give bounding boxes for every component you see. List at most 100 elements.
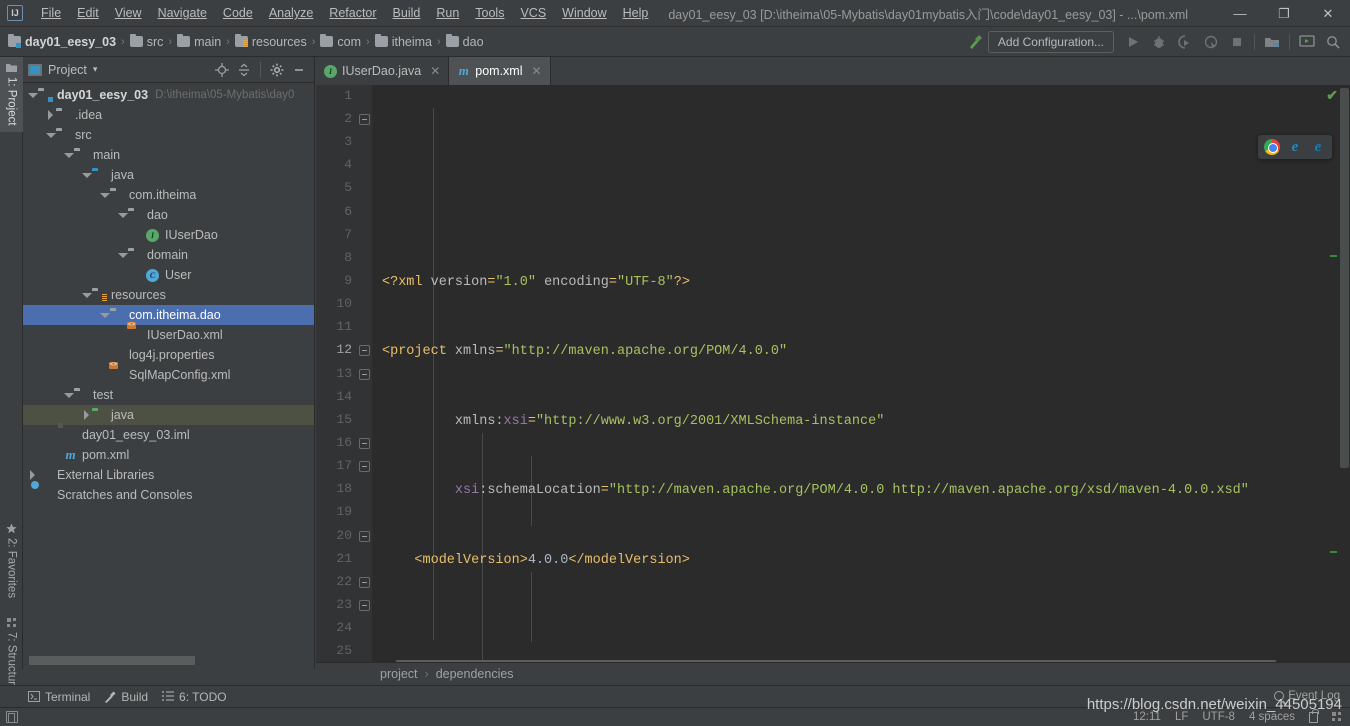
tree-row-iuserdao[interactable]: I IUserDao bbox=[23, 225, 314, 245]
breadcrumb-com[interactable]: com bbox=[320, 34, 361, 49]
chevron-down-icon[interactable] bbox=[117, 210, 128, 221]
tree-row-com-itheima[interactable]: com.itheima bbox=[23, 185, 314, 205]
close-icon[interactable]: ✕ bbox=[430, 64, 440, 78]
layout-selector-icon[interactable] bbox=[1332, 712, 1342, 722]
menu-refactor[interactable]: Refactor bbox=[321, 3, 384, 23]
indent-setting[interactable]: 4 spaces bbox=[1249, 711, 1295, 723]
breadcrumb-main[interactable]: main bbox=[177, 34, 221, 49]
chevron-down-icon[interactable] bbox=[27, 90, 38, 101]
tree-row-external-libraries[interactable]: External Libraries bbox=[23, 465, 314, 485]
chevron-down-icon[interactable] bbox=[99, 310, 110, 321]
file-encoding[interactable]: UTF-8 bbox=[1202, 711, 1235, 723]
breadcrumb-project-element[interactable]: project bbox=[380, 667, 418, 681]
project-tree[interactable]: day01_eesy_03 D:\itheima\05-Mybatis\day0… bbox=[23, 83, 314, 645]
menu-analyze[interactable]: Analyze bbox=[261, 3, 321, 23]
run-icon[interactable] bbox=[1120, 30, 1146, 54]
close-icon[interactable]: ✕ bbox=[532, 64, 542, 78]
menu-navigate[interactable]: Navigate bbox=[150, 3, 215, 23]
bottom-tab-build[interactable]: Build bbox=[104, 690, 148, 704]
memory-indicator-icon[interactable] bbox=[6, 711, 18, 723]
chevron-down-icon[interactable]: ▾ bbox=[93, 64, 98, 75]
open-in-browser-popup[interactable]: e e bbox=[1258, 135, 1332, 159]
caret-position[interactable]: 12:11 bbox=[1133, 711, 1161, 723]
bottom-tab-todo[interactable]: 6: TODO bbox=[162, 690, 227, 704]
editor-gutter[interactable]: 1 2 3 4 5 6 7 8 9 10 11 12 13 14 15 16 1… bbox=[316, 85, 372, 669]
event-log-button[interactable]: Event Log bbox=[1274, 690, 1340, 702]
chevron-down-icon[interactable] bbox=[81, 290, 92, 301]
tree-row-resources[interactable]: resources bbox=[23, 285, 314, 305]
menu-vcs[interactable]: VCS bbox=[512, 3, 554, 23]
maximize-button[interactable]: ❐ bbox=[1262, 0, 1306, 27]
lock-icon[interactable] bbox=[1309, 708, 1319, 723]
fold-marker[interactable] bbox=[359, 577, 370, 588]
chevron-down-icon[interactable] bbox=[81, 170, 92, 181]
menu-view[interactable]: View bbox=[107, 3, 150, 23]
line-separator[interactable]: LF bbox=[1175, 711, 1188, 723]
tree-row-user[interactable]: C User bbox=[23, 265, 314, 285]
code-content[interactable]: <?xml version="1.0" encoding="UTF-8"?> <… bbox=[372, 85, 1350, 669]
debug-icon[interactable] bbox=[1146, 30, 1172, 54]
menu-window[interactable]: Window bbox=[554, 3, 614, 23]
menu-edit[interactable]: Edit bbox=[69, 3, 107, 23]
tree-row-main[interactable]: main bbox=[23, 145, 314, 165]
scrollbar-thumb[interactable] bbox=[29, 656, 195, 665]
settings-gear-icon[interactable] bbox=[267, 60, 287, 80]
tree-row-scratches-consoles[interactable]: Scratches and Consoles bbox=[23, 485, 314, 505]
breadcrumb-itheima[interactable]: itheima bbox=[374, 34, 432, 49]
breadcrumb-dependencies-element[interactable]: dependencies bbox=[436, 667, 514, 681]
breadcrumb-resources[interactable]: resources bbox=[234, 34, 307, 49]
scrollbar-thumb[interactable] bbox=[1340, 88, 1349, 468]
close-button[interactable]: ✕ bbox=[1306, 0, 1350, 27]
fold-marker[interactable] bbox=[359, 114, 370, 125]
menu-build[interactable]: Build bbox=[385, 3, 429, 23]
chevron-down-icon[interactable] bbox=[99, 190, 110, 201]
tree-row-java-test[interactable]: java bbox=[23, 405, 314, 425]
chevron-down-icon[interactable] bbox=[45, 130, 56, 141]
breadcrumb-dao[interactable]: dao bbox=[445, 34, 484, 49]
tree-row-sqlmapconfig-xml[interactable]: SqlMapConfig.xml bbox=[23, 365, 314, 385]
fold-marker[interactable] bbox=[359, 600, 370, 611]
minimize-button[interactable]: — bbox=[1218, 0, 1262, 27]
chevron-right-icon[interactable] bbox=[27, 469, 38, 481]
hide-icon[interactable] bbox=[289, 60, 309, 80]
tab-pom-xml[interactable]: m pom.xml ✕ bbox=[449, 57, 551, 85]
menu-code[interactable]: Code bbox=[215, 3, 261, 23]
project-tree-horizontal-scrollbar[interactable] bbox=[29, 656, 307, 665]
stripe-tab-project[interactable]: 1: Project bbox=[0, 57, 23, 132]
fold-marker[interactable] bbox=[359, 345, 370, 356]
tree-row-java-main[interactable]: java bbox=[23, 165, 314, 185]
tree-row-iml[interactable]: day01_eesy_03.iml bbox=[23, 425, 314, 445]
fold-marker[interactable] bbox=[359, 369, 370, 380]
edge-icon[interactable]: e bbox=[1310, 139, 1326, 155]
chevron-right-icon[interactable] bbox=[45, 109, 56, 121]
code-editor[interactable]: 1 2 3 4 5 6 7 8 9 10 11 12 13 14 15 16 1… bbox=[316, 85, 1350, 669]
tree-row-domain[interactable]: domain bbox=[23, 245, 314, 265]
menu-help[interactable]: Help bbox=[615, 3, 657, 23]
editor-scrollbar[interactable] bbox=[1337, 85, 1350, 669]
fold-marker[interactable] bbox=[359, 461, 370, 472]
tree-row-dao[interactable]: dao bbox=[23, 205, 314, 225]
search-everywhere-icon[interactable] bbox=[1320, 30, 1346, 54]
chevron-down-icon[interactable] bbox=[117, 250, 128, 261]
internet-explorer-icon[interactable]: e bbox=[1287, 139, 1303, 155]
stripe-tab-favorites[interactable]: 2: Favorites bbox=[0, 517, 23, 604]
add-configuration-button[interactable]: Add Configuration... bbox=[987, 30, 1114, 53]
tree-row-pom-xml[interactable]: m pom.xml bbox=[23, 445, 314, 465]
locate-icon[interactable] bbox=[212, 60, 232, 80]
menu-file[interactable]: File bbox=[33, 3, 69, 23]
tree-row-test[interactable]: test bbox=[23, 385, 314, 405]
tree-row-src[interactable]: src bbox=[23, 125, 314, 145]
tab-iuserdao-java[interactable]: I IUserDao.java ✕ bbox=[316, 57, 450, 85]
menu-tools[interactable]: Tools bbox=[467, 3, 512, 23]
breadcrumb-src[interactable]: src bbox=[129, 34, 163, 49]
inspection-status-icon[interactable]: ✔ bbox=[1326, 87, 1338, 104]
run-with-coverage-icon[interactable] bbox=[1172, 30, 1198, 54]
stop-icon[interactable] bbox=[1224, 30, 1250, 54]
chevron-down-icon[interactable] bbox=[63, 390, 74, 401]
tree-row-com-itheima-dao[interactable]: com.itheima.dao bbox=[23, 305, 314, 325]
chevron-down-icon[interactable] bbox=[63, 150, 74, 161]
bottom-tab-terminal[interactable]: Terminal bbox=[28, 690, 90, 704]
project-structure-icon[interactable] bbox=[1259, 30, 1285, 54]
breadcrumb-project[interactable]: day01_eesy_03 bbox=[8, 34, 116, 49]
hammer-icon[interactable] bbox=[962, 30, 988, 54]
